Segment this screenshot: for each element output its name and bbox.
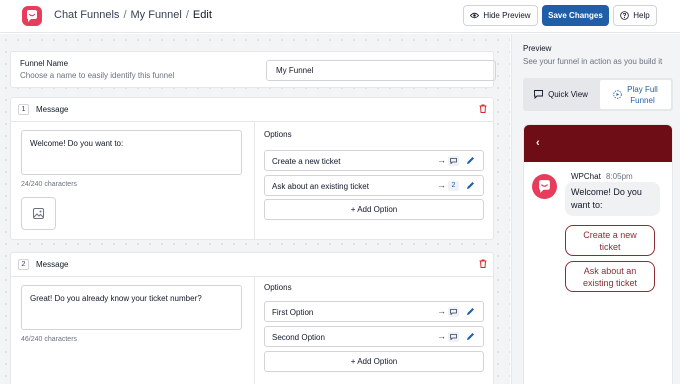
save-changes-button[interactable]: Save Changes — [542, 5, 609, 26]
play-full-funnel-tab[interactable]: Play Full Funnel — [600, 80, 671, 109]
pencil-icon[interactable] — [466, 181, 475, 190]
funnel-name-input[interactable]: My Funnel — [266, 60, 496, 81]
add-image-button[interactable] — [21, 197, 56, 230]
reply-option-button[interactable]: Ask about an existing ticket — [565, 261, 655, 292]
bot-message-bubble: Welcome! Do you want to: — [565, 182, 660, 216]
arrow-right-icon: → — [437, 155, 446, 165]
bot-name: WPChat — [571, 172, 601, 181]
column-divider — [254, 122, 255, 240]
message-number: 1 — [18, 104, 29, 115]
breadcrumb-my-funnel[interactable]: My Funnel — [131, 9, 182, 21]
preview-title: Preview — [523, 44, 552, 53]
preview-panel: Preview See your funnel in action as you… — [511, 34, 680, 384]
chat-widget-preview: ‹ WPChat 8:05pm Welcome! Do you want to:… — [523, 124, 673, 384]
message-icon — [450, 158, 457, 164]
option-row[interactable]: Second Option → — [264, 326, 484, 347]
option-label: First Option — [272, 308, 314, 317]
help-circle-icon — [620, 11, 630, 20]
reply-line-2: ticket — [599, 242, 621, 252]
option-label: Second Option — [272, 333, 325, 342]
funnel-name-help: Choose a name to easily identify this fu… — [20, 71, 175, 80]
add-option-button[interactable]: + Add Option — [264, 351, 484, 372]
options-title: Options — [264, 283, 292, 292]
option-target-selector[interactable] — [448, 307, 459, 317]
message-card: 2 Message Great! Do you already know you… — [10, 252, 494, 384]
reply-line-1: Create a new — [583, 230, 637, 240]
hide-preview-label: Hide Preview — [483, 11, 531, 20]
funnel-name-label: Funnel Name — [20, 59, 69, 68]
breadcrumb: Chat Funnels / My Funnel / Edit — [54, 9, 212, 21]
option-row[interactable]: Ask about an existing ticket → 2 — [264, 175, 484, 196]
arrow-right-icon: → — [437, 180, 446, 190]
message-icon — [450, 334, 457, 340]
option-label: Ask about an existing ticket — [272, 182, 369, 191]
bubble-line-2: want to: — [571, 200, 603, 210]
column-divider — [254, 277, 255, 384]
reply-line-1: Ask about an — [583, 266, 637, 276]
top-bar: Chat Funnels / My Funnel / Edit Hide Preview… — [0, 0, 680, 33]
option-target-selector[interactable] — [448, 156, 459, 166]
message-title: Message — [36, 260, 69, 269]
play-circle-icon — [613, 90, 622, 99]
funnel-editor: Funnel Name Choose a name to easily iden… — [0, 34, 510, 384]
quick-view-tab[interactable]: Quick View — [525, 80, 597, 109]
preview-subtitle: See your funnel in action as you build i… — [523, 57, 663, 66]
option-label: Create a new ticket — [272, 157, 341, 166]
message-time: 8:05pm — [606, 172, 633, 181]
message-number: 2 — [18, 259, 29, 270]
option-row[interactable]: First Option → — [264, 301, 484, 322]
message-header: 2 Message — [11, 253, 493, 277]
pencil-icon[interactable] — [466, 332, 475, 341]
arrow-right-icon: → — [437, 306, 446, 316]
arrow-right-icon: → — [437, 331, 446, 341]
trash-icon[interactable] — [479, 104, 487, 113]
pencil-icon[interactable] — [466, 307, 475, 316]
breadcrumb-separator: / — [123, 9, 127, 21]
eye-icon — [470, 12, 480, 19]
trash-icon[interactable] — [479, 259, 487, 268]
character-count: 46/240 characters — [21, 336, 78, 343]
breadcrumb-chat-funnels[interactable]: Chat Funnels — [54, 9, 119, 21]
breadcrumb-current: Edit — [192, 9, 212, 21]
chat-logo-icon — [539, 180, 550, 193]
options-title: Options — [264, 130, 292, 139]
funnel-name-card: Funnel Name Choose a name to easily iden… — [10, 51, 496, 88]
message-header: 1 Message — [11, 98, 493, 122]
play-full-funnel-line-1: Play Full — [627, 84, 658, 94]
save-changes-label: Save Changes — [548, 11, 603, 20]
add-option-button[interactable]: + Add Option — [264, 199, 484, 220]
message-title: Message — [36, 105, 69, 114]
chat-bubble-icon — [534, 90, 544, 99]
reply-line-2: existing ticket — [582, 278, 638, 288]
option-target-selector[interactable]: 2 — [448, 181, 459, 191]
breadcrumb-separator: / — [185, 9, 189, 21]
option-row[interactable]: Create a new ticket → — [264, 150, 484, 171]
bubble-line-1: Welcome! Do you — [571, 187, 642, 197]
message-card: 1 Message Welcome! Do you want to: 24/24… — [10, 97, 494, 240]
message-text-input[interactable]: Welcome! Do you want to: — [21, 130, 242, 175]
help-label: Help — [633, 11, 650, 20]
play-full-funnel-line-2: Funnel — [630, 95, 655, 105]
quick-view-label: Quick View — [548, 90, 588, 99]
hide-preview-button[interactable]: Hide Preview — [463, 5, 538, 26]
message-text-input[interactable]: Great! Do you already know your ticket n… — [21, 285, 242, 330]
play-full-funnel-label: Play Full Funnel — [627, 84, 658, 106]
message-icon — [450, 309, 457, 315]
help-button[interactable]: Help — [613, 5, 657, 26]
preview-mode-toggle: Quick View Play Full Funnel — [523, 78, 673, 111]
pencil-icon[interactable] — [466, 156, 475, 165]
app-logo-icon[interactable] — [22, 6, 42, 26]
image-icon — [33, 208, 44, 219]
character-count: 24/240 characters — [21, 181, 78, 188]
chevron-left-icon[interactable]: ‹ — [536, 137, 540, 149]
option-target-selector[interactable] — [448, 332, 459, 342]
chat-header: ‹ — [524, 125, 672, 162]
reply-option-button[interactable]: Create a new ticket — [565, 225, 655, 256]
bot-avatar — [532, 174, 557, 199]
